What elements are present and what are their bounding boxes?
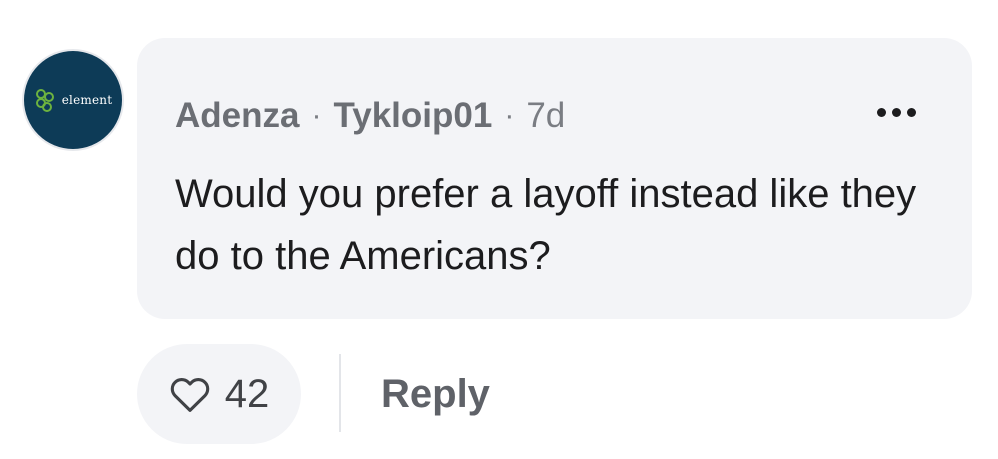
meta-separator: · [311,99,322,132]
heart-icon [170,377,210,412]
logo-wordmark: element [61,93,113,107]
reply-button[interactable]: Reply [381,372,490,417]
like-button[interactable]: 42 [137,344,301,444]
element-logo-mark-icon [35,89,54,112]
avatar[interactable]: element [24,51,122,149]
comment-bubble: Adenza · Tykloip01 · 7d Would you prefer… [137,38,972,319]
username[interactable]: Tykloip01 [333,96,492,136]
meta-separator: · [504,99,515,132]
action-divider [339,354,341,432]
comment-text: Would you prefer a layoff instead like t… [175,172,917,278]
comment-age: 7d [526,96,566,135]
comment-meta: Adenza · Tykloip01 · 7d [175,96,565,136]
more-horizontal-icon [877,108,916,117]
company-logo: element [34,87,112,113]
author-name[interactable]: Adenza [175,96,299,136]
like-count: 42 [224,371,270,416]
more-options-button[interactable] [877,102,916,123]
